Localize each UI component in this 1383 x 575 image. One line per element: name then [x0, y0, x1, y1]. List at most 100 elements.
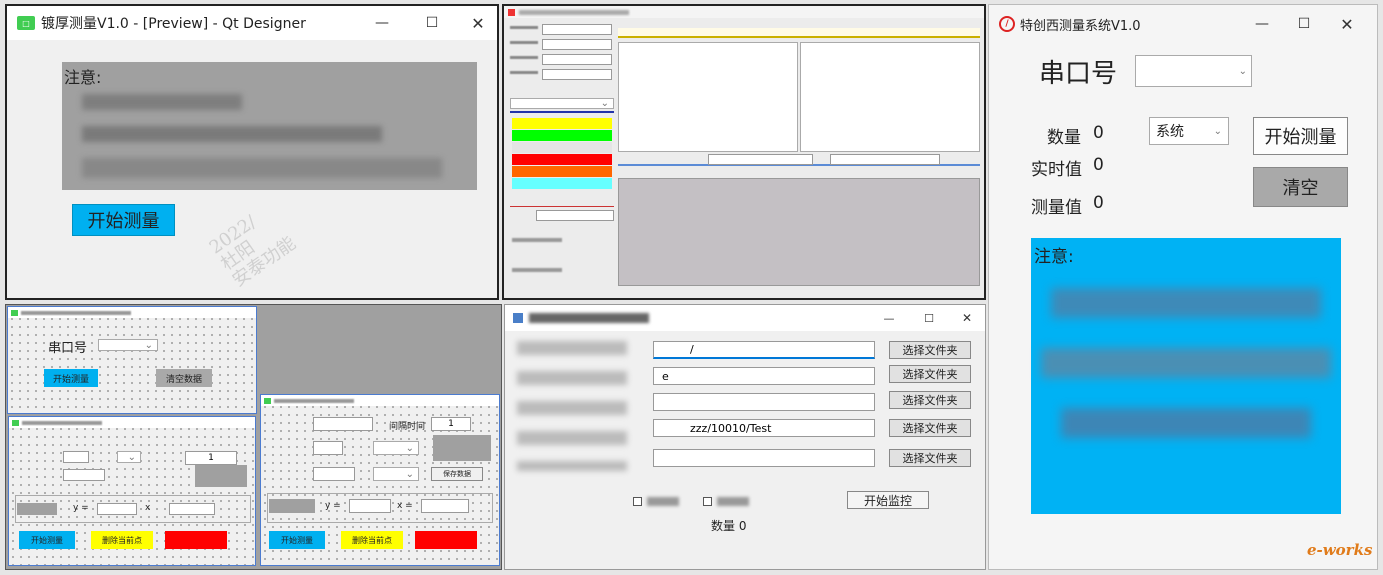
measured-label: 测量值: [1031, 198, 1082, 218]
x-input[interactable]: [421, 499, 469, 513]
action-button-cyan[interactable]: [512, 178, 612, 189]
path-input-4[interactable]: zzz/10010/Test: [653, 419, 875, 437]
start-measure-button[interactable]: 开始测量: [1253, 117, 1348, 155]
select-folder-button-3[interactable]: 选择文件夹: [889, 391, 971, 409]
watermark: 2022/ 杜阳 安泰功能: [205, 211, 300, 292]
small-input[interactable]: [536, 210, 614, 221]
upper-limit-input[interactable]: [63, 451, 89, 463]
action-button-green[interactable]: [512, 130, 612, 141]
designer-window: □ 镀厚测量V1.0 - [Preview] - Qt Designer — ☐…: [5, 4, 499, 300]
x-input[interactable]: [169, 503, 215, 515]
red-action-button[interactable]: [415, 531, 477, 549]
close-icon[interactable]: ✕: [1332, 5, 1362, 43]
start-measure-button[interactable]: 开始测量: [44, 369, 98, 387]
select-folder-button-4[interactable]: 选择文件夹: [889, 419, 971, 437]
designer-title: 镀厚测量V1.0 - [Preview] - Qt Designer: [41, 16, 306, 32]
unit-combo[interactable]: ⌄: [373, 441, 419, 455]
path-input-5[interactable]: [653, 449, 875, 467]
select-folder-button-2[interactable]: 选择文件夹: [889, 365, 971, 383]
upper-limit-input[interactable]: [313, 441, 343, 455]
system-combo[interactable]: 系统 ⌄: [1149, 117, 1229, 145]
notice-panel: 注意:: [62, 62, 477, 190]
select-folder-button-5[interactable]: 选择文件夹: [889, 449, 971, 467]
formula-label: [17, 503, 57, 515]
maximize-icon[interactable]: ☐: [917, 305, 941, 331]
formula-row: [618, 154, 980, 166]
small-window-2: ⌄ 1 y = x 开始测量 删除当前点: [8, 416, 256, 566]
blurred-labels: [517, 341, 627, 471]
y-label: y =: [325, 501, 341, 511]
small-window-2-titlebar: [9, 417, 255, 428]
blurred-title: [274, 398, 354, 403]
field-4[interactable]: [542, 69, 612, 80]
start-measure-button[interactable]: 开始测量: [269, 531, 325, 549]
y-input[interactable]: [708, 154, 813, 165]
clear-button[interactable]: 清空: [1253, 167, 1348, 207]
top-banner: [618, 28, 980, 38]
compact-tool-titlebar: [504, 6, 984, 18]
blurred-title: [529, 313, 649, 323]
action-button-yellow[interactable]: [512, 118, 612, 129]
action-button-orange[interactable]: [512, 166, 612, 177]
measure-title: 特创西测量系统V1.0: [1020, 18, 1141, 34]
path-input-1[interactable]: /: [653, 341, 875, 359]
path-value-4: zzz/10010/Test: [690, 421, 772, 435]
field-1[interactable]: [542, 24, 612, 35]
blurred-status-2: [512, 268, 562, 272]
serial-port-combo[interactable]: ⌄: [98, 339, 158, 351]
small-window-3: 间隔时间 1 ⌄ ⌄ 保存数据 y = x = 开始测量 删除当前点: [260, 394, 500, 566]
field-2[interactable]: [542, 39, 612, 50]
qt-designer-icon: [11, 309, 18, 316]
checkbox-1[interactable]: [633, 497, 642, 506]
blurred-notice-text: [82, 126, 382, 142]
path-input-3[interactable]: [653, 393, 875, 411]
start-measure-button[interactable]: 开始测量: [19, 531, 75, 549]
save-data-button[interactable]: 保存数据: [431, 467, 483, 481]
x-input[interactable]: [830, 154, 940, 165]
action-button-gray[interactable]: [512, 142, 612, 153]
checkbox-2[interactable]: [703, 497, 712, 506]
select-folder-button-1[interactable]: 选择文件夹: [889, 341, 971, 359]
maximize-icon[interactable]: ☐: [1289, 5, 1319, 43]
path-value-1: /: [690, 343, 694, 356]
brand-logo: e-works: [1307, 541, 1373, 559]
mode-combo[interactable]: ⌄: [510, 98, 614, 109]
option-combo[interactable]: ⌄: [373, 467, 419, 481]
minimize-icon[interactable]: —: [877, 305, 901, 331]
close-icon[interactable]: ✕: [463, 6, 493, 40]
minimize-icon[interactable]: —: [367, 6, 397, 40]
measure-window: / 特创西测量系统V1.0 — ☐ ✕ 串口号 ⌄ 数量 0 实时值 0 测量值…: [988, 4, 1378, 570]
formula-label: [269, 499, 315, 513]
notice-panel: 注意:: [1031, 238, 1341, 514]
blurred-title: [519, 9, 629, 15]
blurred-notice-text: [1051, 288, 1321, 318]
unit-combo[interactable]: ⌄: [117, 451, 141, 463]
blurred-notice-text: [82, 158, 442, 178]
field-3[interactable]: [542, 54, 612, 65]
serial-port-label: 串口号: [48, 341, 88, 356]
clear-data-button[interactable]: 清空数据: [156, 369, 212, 387]
red-action-button[interactable]: [165, 531, 227, 549]
start-measure-button[interactable]: 开始测量: [72, 204, 175, 236]
chevron-down-icon: ⌄: [1213, 125, 1222, 137]
interval-input[interactable]: 1: [431, 417, 471, 431]
interval-input[interactable]: 1: [185, 451, 237, 465]
y-input[interactable]: [349, 499, 391, 513]
delete-point-button[interactable]: 删除当前点: [91, 531, 153, 549]
combo-underline: [510, 111, 614, 113]
delete-point-button[interactable]: 删除当前点: [341, 531, 403, 549]
action-button-red[interactable]: [512, 154, 612, 165]
minimize-icon[interactable]: —: [1247, 5, 1277, 43]
close-icon[interactable]: ✕: [955, 305, 979, 331]
path-input-2[interactable]: e: [653, 367, 875, 385]
blurred-title: [21, 310, 131, 315]
start-monitor-button[interactable]: 开始监控: [847, 491, 929, 509]
maximize-icon[interactable]: ☐: [417, 6, 447, 40]
interval-value: 1: [208, 453, 214, 463]
y-input[interactable]: [97, 503, 137, 515]
serial-port-combo[interactable]: ⌄: [1135, 55, 1252, 87]
count-input[interactable]: [313, 417, 373, 431]
limit-input[interactable]: [313, 467, 355, 481]
data-list-right: [800, 42, 980, 152]
limit-input[interactable]: [63, 469, 105, 481]
